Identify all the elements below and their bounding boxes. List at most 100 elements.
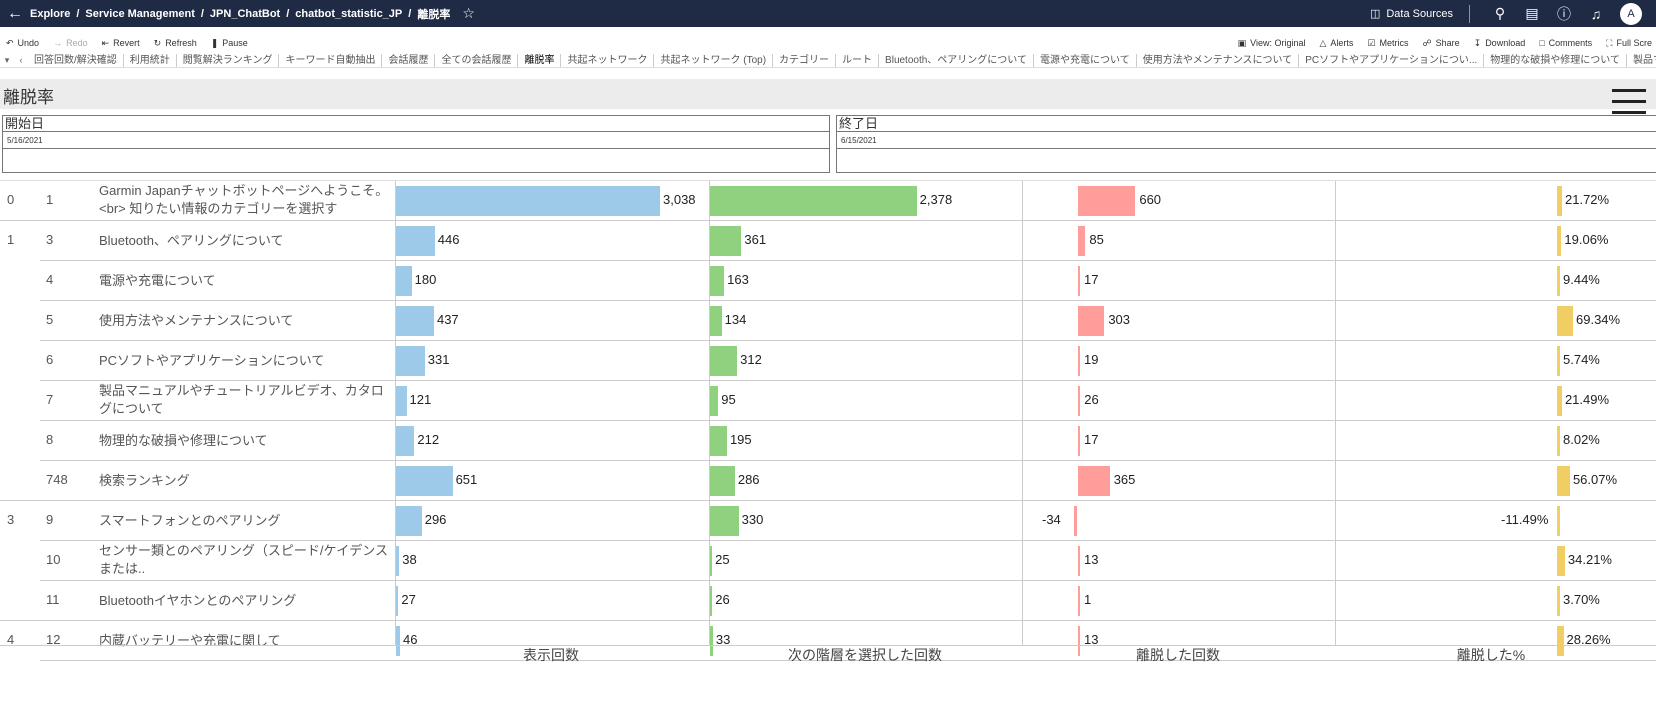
tab[interactable]: 会話履歴 <box>382 53 436 67</box>
tab-scroll-left-icon[interactable]: ‹ <box>14 55 28 65</box>
tab[interactable]: キーワード自動抽出 <box>279 53 383 67</box>
views-bar[interactable] <box>396 186 660 216</box>
comments-button[interactable]: □ Comments <box>1539 38 1592 48</box>
dropped-bar[interactable] <box>1078 546 1080 576</box>
end-date-input[interactable]: 6/15/2021 <box>837 132 1656 149</box>
views-bar[interactable] <box>396 346 425 376</box>
table-row[interactable]: 8 物理的な破損や修理について 212 195 17 8.02% <box>0 421 1656 461</box>
full-screen-button[interactable]: ⛶ Full Scre <box>1606 38 1652 49</box>
dropped-bar[interactable] <box>1078 186 1136 216</box>
document-icon[interactable]: ▤ <box>1516 5 1548 22</box>
column-header-pct[interactable]: 離脱した% <box>1335 645 1647 665</box>
pct-bar[interactable] <box>1557 226 1562 256</box>
tab[interactable]: 物理的な破損や修理について <box>1484 53 1627 67</box>
share-button[interactable]: ☍ Share <box>1422 38 1459 49</box>
next-bar[interactable] <box>710 386 719 416</box>
alerts-button[interactable]: △ Alerts <box>1319 38 1353 49</box>
view-original-button[interactable]: ▣ View: Original <box>1238 38 1306 49</box>
next-bar[interactable] <box>710 506 739 536</box>
pct-bar[interactable] <box>1557 506 1560 536</box>
tab[interactable]: 電源や充電について <box>1034 53 1137 67</box>
favorite-star-icon[interactable]: ☆ <box>462 5 475 22</box>
breadcrumb-item[interactable]: Service Management <box>85 8 194 20</box>
table-row[interactable]: 748 検索ランキング 651 286 365 56.07% <box>0 461 1656 501</box>
table-row[interactable]: 11 Bluetoothイヤホンとのペアリング 27 26 1 3.70% <box>0 581 1656 621</box>
breadcrumb-item[interactable]: Explore <box>30 8 70 20</box>
table-row[interactable]: 6 PCソフトやアプリケーションについて 331 312 19 5.74% <box>0 341 1656 381</box>
table-row[interactable]: 5 使用方法やメンテナンスについて 437 134 303 69.34% <box>0 301 1656 341</box>
views-bar[interactable] <box>396 426 415 456</box>
tab[interactable]: 回答回数/解決確認 <box>28 53 124 67</box>
tab[interactable]: Bluetooth、ペアリングについて <box>879 53 1035 67</box>
next-bar[interactable] <box>710 546 713 576</box>
dropped-bar[interactable] <box>1078 226 1086 256</box>
table-row[interactable]: 3 9 スマートフォンとのペアリング 296 330 -34 -11.49% <box>0 501 1656 541</box>
next-bar[interactable] <box>710 226 742 256</box>
tab[interactable]: ルート <box>836 53 880 67</box>
tab[interactable]: 使用方法やメンテナンスについて <box>1137 53 1300 67</box>
column-header-dropped[interactable]: 離脱した回数 <box>1022 645 1334 665</box>
dropped-bar[interactable] <box>1078 266 1080 296</box>
views-bar[interactable] <box>396 586 399 616</box>
tab[interactable]: 共起ネットワーク (Top) <box>654 53 774 67</box>
start-date-input[interactable]: 5/16/2021 <box>3 132 829 149</box>
pct-bar[interactable] <box>1557 586 1560 616</box>
tab[interactable]: 製品マニ <box>1627 54 1656 67</box>
help-icon[interactable]: ⓘ <box>1548 4 1580 24</box>
breadcrumb-item[interactable]: JPN_ChatBot <box>210 8 280 20</box>
pct-bar[interactable] <box>1557 546 1565 576</box>
pause-button[interactable]: ❚ Pause <box>211 38 248 49</box>
views-bar[interactable] <box>396 466 453 496</box>
pct-bar[interactable] <box>1557 466 1570 496</box>
views-bar[interactable] <box>396 506 422 536</box>
next-bar[interactable] <box>710 466 735 496</box>
redo-button[interactable]: → Redo <box>53 38 88 48</box>
tab-active[interactable]: 離脱率 <box>518 53 562 67</box>
column-header-views[interactable]: 表示回数 <box>395 645 707 665</box>
pct-bar[interactable] <box>1557 426 1560 456</box>
refresh-button[interactable]: ↻ Refresh <box>154 38 197 49</box>
views-bar[interactable] <box>396 546 400 576</box>
back-arrow-icon[interactable]: ← <box>0 5 30 23</box>
table-row[interactable]: 1 3 Bluetooth、ペアリングについて 446 361 85 19.06% <box>0 221 1656 261</box>
column-header-next[interactable]: 次の階層を選択した回数 <box>709 645 1021 665</box>
breadcrumb-item[interactable]: chatbot_statistic_JP <box>295 8 402 20</box>
data-sources-button[interactable]: ◫ Data Sources <box>1370 7 1453 21</box>
start-date-filter[interactable]: 開始日 5/16/2021 <box>2 115 830 173</box>
table-row[interactable]: 0 1 Garmin Japanチャットボットページへようこそ。<br> 知りたい情… <box>0 181 1656 221</box>
table-row[interactable]: 7 製品マニュアルやチュートリアルビデオ、カタログについて 121 95 26 21.49… <box>0 381 1656 421</box>
tab-scroll-down-icon[interactable]: ▾ <box>0 55 14 66</box>
metrics-button[interactable]: ☑ Metrics <box>1367 38 1408 49</box>
next-bar[interactable] <box>710 186 917 216</box>
download-button[interactable]: ↧ Download <box>1474 38 1526 49</box>
pct-bar[interactable] <box>1557 186 1562 216</box>
views-bar[interactable] <box>396 306 434 336</box>
dropped-bar[interactable] <box>1078 586 1080 616</box>
table-row[interactable]: 10 センサー類とのペアリング（スピード/ケイデンスまたは.. 38 25 13 34.2… <box>0 541 1656 581</box>
table-row[interactable]: 4 電源や充電について 180 163 17 9.44% <box>0 261 1656 301</box>
tab[interactable]: 共起ネットワーク <box>561 53 655 67</box>
views-bar[interactable] <box>396 226 435 256</box>
dropped-bar[interactable] <box>1078 386 1081 416</box>
next-bar[interactable] <box>710 426 727 456</box>
dropped-bar[interactable] <box>1078 306 1105 336</box>
avatar[interactable]: A <box>1620 2 1642 25</box>
tab[interactable]: PCソフトやアプリケーションについ... <box>1299 53 1485 67</box>
next-bar[interactable] <box>710 346 738 376</box>
next-bar[interactable] <box>710 266 725 296</box>
dropped-bar[interactable] <box>1078 466 1110 496</box>
dropped-bar[interactable] <box>1074 506 1077 536</box>
next-bar[interactable] <box>710 306 722 336</box>
pct-bar[interactable] <box>1557 306 1573 336</box>
dropped-bar[interactable] <box>1078 346 1080 376</box>
dropped-bar[interactable] <box>1078 426 1080 456</box>
pct-bar[interactable] <box>1557 386 1562 416</box>
tab[interactable]: カテゴリー <box>773 53 837 67</box>
tab[interactable]: 閲覧解決ランキング <box>177 53 280 67</box>
views-bar[interactable] <box>396 386 407 416</box>
views-bar[interactable] <box>396 266 412 296</box>
revert-button[interactable]: ⇤ Revert <box>102 38 140 49</box>
bell-icon[interactable]: ♫ <box>1580 6 1612 22</box>
tab[interactable]: 利用統計 <box>124 53 177 67</box>
next-bar[interactable] <box>710 586 713 616</box>
